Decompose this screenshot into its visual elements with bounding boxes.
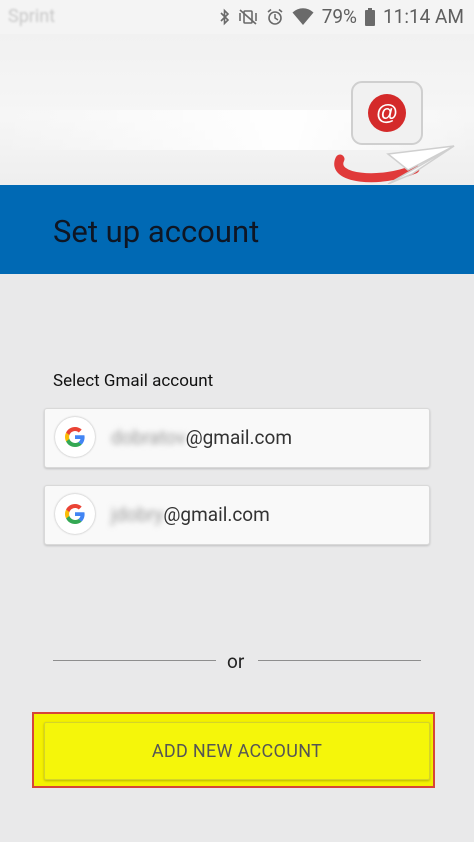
google-icon xyxy=(55,417,95,457)
email-domain: @gmail.com xyxy=(163,503,270,526)
svg-text:@: @ xyxy=(376,100,397,125)
bluetooth-icon xyxy=(220,8,230,26)
redacted-username: jdobry xyxy=(111,503,164,526)
redacted-username: dobratov xyxy=(111,426,186,449)
add-new-account-button[interactable]: ADD NEW ACCOUNT xyxy=(44,722,430,780)
page-title: Set up account xyxy=(53,213,260,250)
header-banner: @ xyxy=(0,34,474,185)
alarm-icon xyxy=(266,8,284,26)
status-icons: 79% 11:14 AM xyxy=(220,5,464,28)
account-email: dobratov@gmail.com xyxy=(111,426,292,449)
select-account-label: Select Gmail account xyxy=(53,371,214,391)
email-app-logo: @ xyxy=(330,74,460,185)
battery-icon xyxy=(364,7,375,26)
battery-percent: 79% xyxy=(321,5,357,28)
vibrate-mute-icon xyxy=(238,8,258,26)
email-domain: @gmail.com xyxy=(185,426,292,449)
clock: 11:14 AM xyxy=(382,5,464,28)
title-bar: Set up account xyxy=(0,185,474,274)
carrier-label: Sprint xyxy=(8,6,56,27)
account-option-1[interactable]: dobratov@gmail.com xyxy=(44,408,430,468)
account-option-2[interactable]: jdobry@gmail.com xyxy=(44,485,430,545)
wifi-icon xyxy=(292,7,314,26)
status-bar: Sprint 79% 11:14 AM xyxy=(0,0,474,34)
divider-line-right xyxy=(258,660,421,661)
or-divider-label: or xyxy=(227,650,245,673)
account-email: jdobry@gmail.com xyxy=(111,503,270,526)
divider-line-left xyxy=(53,660,216,661)
google-icon xyxy=(55,494,95,534)
